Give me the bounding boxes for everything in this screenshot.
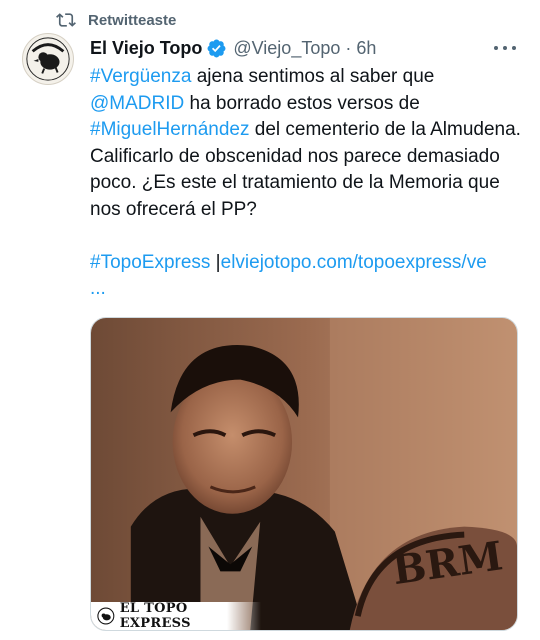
tweet-text-part: ha borrado estos versos de <box>184 92 420 114</box>
tweet-text: #Vergüenza ajena sentimos al saber que @M… <box>90 64 530 303</box>
separator-dot: · <box>345 37 352 58</box>
url-ellipsis[interactable]: ... <box>90 278 106 299</box>
avatar[interactable] <box>22 33 74 85</box>
url-link[interactable]: elviejotopo.com/topoexpress/ve <box>221 252 487 273</box>
mole-logo-icon <box>97 607 115 625</box>
tweet-card[interactable]: Retwitteaste El Viejo Topo @Viejo_Topo ·… <box>0 0 540 640</box>
timestamp[interactable]: 6h <box>356 38 376 59</box>
sepia-portrait-photo: BRM <box>91 318 517 630</box>
mention-link[interactable]: @MADRID <box>90 93 184 114</box>
retweet-label: Retwitteaste <box>88 11 177 29</box>
tweet-photo[interactable]: BRM EL TOPO EXPRESS <box>90 317 518 631</box>
mole-logo-icon <box>23 34 73 84</box>
hashtag-link[interactable]: #MiguelHernández <box>90 119 250 140</box>
retweet-context: Retwitteaste <box>56 10 176 30</box>
verified-badge-icon <box>207 39 226 57</box>
pipe-separator: | <box>210 251 221 273</box>
media-brand-text: EL TOPO EXPRESS <box>119 601 191 631</box>
hashtag-link[interactable]: #TopoExpress <box>90 252 210 273</box>
retweet-icon <box>56 13 76 27</box>
tweet-text-part: ajena sentimos al saber que <box>191 66 435 87</box>
hashtag-link[interactable]: #Vergüenza <box>90 66 191 87</box>
more-options-icon[interactable] <box>494 40 516 56</box>
tweet-header: El Viejo Topo @Viejo_Topo · 6h <box>90 36 520 60</box>
author-name[interactable]: El Viejo Topo <box>90 38 202 59</box>
media-brand-bar: EL TOPO EXPRESS <box>91 601 261 631</box>
author-handle[interactable]: @Viejo_Topo <box>233 38 340 59</box>
